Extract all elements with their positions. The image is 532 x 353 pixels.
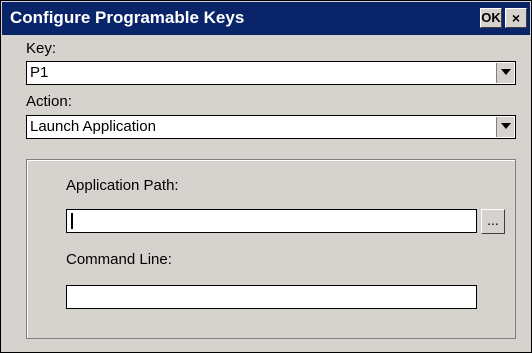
- application-path-label: Application Path:: [66, 177, 179, 194]
- title-bar: Configure Programable Keys OK ×: [2, 2, 530, 35]
- close-icon: ×: [511, 10, 521, 26]
- key-selected-value: P1: [30, 64, 49, 81]
- ok-button[interactable]: OK: [480, 8, 502, 28]
- action-selected-value: Launch Application: [30, 118, 156, 135]
- command-line-input[interactable]: [66, 285, 477, 309]
- chevron-down-icon: [501, 69, 511, 75]
- key-dropdown-arrow[interactable]: [496, 63, 514, 83]
- key-dropdown[interactable]: P1: [26, 61, 516, 85]
- application-path-input[interactable]: [66, 209, 477, 233]
- text-caret: [71, 213, 73, 229]
- key-label: Key:: [26, 40, 57, 57]
- configure-keys-dialog: Configure Programable Keys OK × Key: P1 …: [0, 0, 532, 353]
- window-title: Configure Programable Keys: [10, 8, 245, 27]
- close-button[interactable]: ×: [505, 8, 527, 28]
- browse-button[interactable]: ...: [481, 209, 505, 234]
- action-label: Action:: [26, 93, 72, 110]
- chevron-down-icon: [501, 123, 511, 129]
- command-line-label: Command Line:: [66, 251, 172, 268]
- action-dropdown-arrow[interactable]: [496, 117, 514, 137]
- action-dropdown[interactable]: Launch Application: [26, 115, 516, 139]
